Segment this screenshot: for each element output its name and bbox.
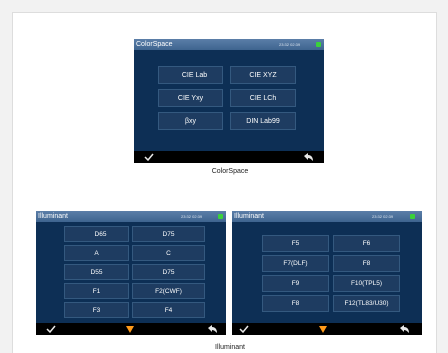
colorspace-bottombar	[134, 151, 324, 163]
option-f10-tpl5[interactable]: F10(TPL5)	[333, 275, 400, 292]
option-f12-tl83-u30[interactable]: F12(TL83/U30)	[333, 295, 400, 312]
return-arrow-icon[interactable]	[206, 324, 218, 334]
check-icon[interactable]	[45, 324, 57, 334]
option-cie-lch[interactable]: CIE LCh	[230, 89, 296, 107]
colorspace-titlebar: ColorSpace 23:32 02:39	[134, 39, 324, 50]
option-f4[interactable]: F4	[132, 302, 205, 318]
illuminant-caption: Illuminant	[215, 344, 245, 351]
colorspace-caption: ColorSpace	[211, 168, 249, 175]
option-c[interactable]: C	[132, 245, 205, 261]
illuminant-title-left: Illuminant	[38, 213, 68, 220]
check-icon[interactable]	[143, 152, 155, 162]
illuminant-bottombar-left	[36, 323, 226, 335]
battery-icon	[316, 42, 321, 47]
option-f9[interactable]: F9	[262, 275, 329, 292]
down-triangle-icon[interactable]	[126, 326, 134, 333]
return-arrow-icon[interactable]	[398, 324, 410, 334]
colorspace-screen: ColorSpace 23:32 02:39 CIE Lab CIE XYZ C…	[134, 39, 324, 163]
illuminant-titlebar-left: Illuminant 23:32 02:39	[36, 211, 226, 222]
option-f6[interactable]: F6	[333, 235, 400, 252]
status-time: 23:32 02:39	[279, 42, 301, 47]
battery-icon	[410, 214, 415, 219]
option-f7-dlf[interactable]: F7(DLF)	[262, 255, 329, 272]
option-cie-yxy[interactable]: CIE Yxy	[158, 89, 223, 107]
option-d75[interactable]: D75	[132, 226, 205, 242]
check-icon[interactable]	[238, 324, 250, 334]
illuminant-titlebar-right: Illuminant 23:32 02:39	[232, 211, 422, 222]
down-triangle-icon[interactable]	[319, 326, 327, 333]
option-cie-xyz[interactable]: CIE XYZ	[230, 66, 296, 84]
option-a[interactable]: A	[64, 245, 129, 261]
illuminant-bottombar-right	[232, 323, 422, 335]
option-d75-b[interactable]: D75	[132, 264, 205, 280]
option-f8[interactable]: F8	[333, 255, 400, 272]
status-time-right: 23:32 02:39	[372, 214, 394, 219]
option-f2-cwf[interactable]: F2(CWF)	[132, 283, 205, 299]
option-cie-lab[interactable]: CIE Lab	[158, 66, 223, 84]
option-f5[interactable]: F5	[262, 235, 329, 252]
option-f1[interactable]: F1	[64, 283, 129, 299]
illuminant-screen-right: Illuminant 23:32 02:39 F5 F6 F7(DLF) F8 …	[232, 211, 422, 335]
option-f3[interactable]: F3	[64, 302, 129, 318]
option-din-lab99[interactable]: DIN Lab99	[230, 112, 296, 130]
option-d65[interactable]: D65	[64, 226, 129, 242]
option-f8-b[interactable]: F8	[262, 295, 329, 312]
option-d55[interactable]: D55	[64, 264, 129, 280]
illuminant-screen-left: Illuminant 23:32 02:39 D65 D75 A C D55 D…	[36, 211, 226, 335]
status-time-left: 23:32 02:39	[181, 214, 203, 219]
battery-icon	[218, 214, 223, 219]
return-arrow-icon[interactable]	[302, 152, 314, 162]
colorspace-title: ColorSpace	[136, 41, 173, 48]
option-beta-xy[interactable]: βxy	[158, 112, 223, 130]
illuminant-title-right: Illuminant	[234, 213, 264, 220]
